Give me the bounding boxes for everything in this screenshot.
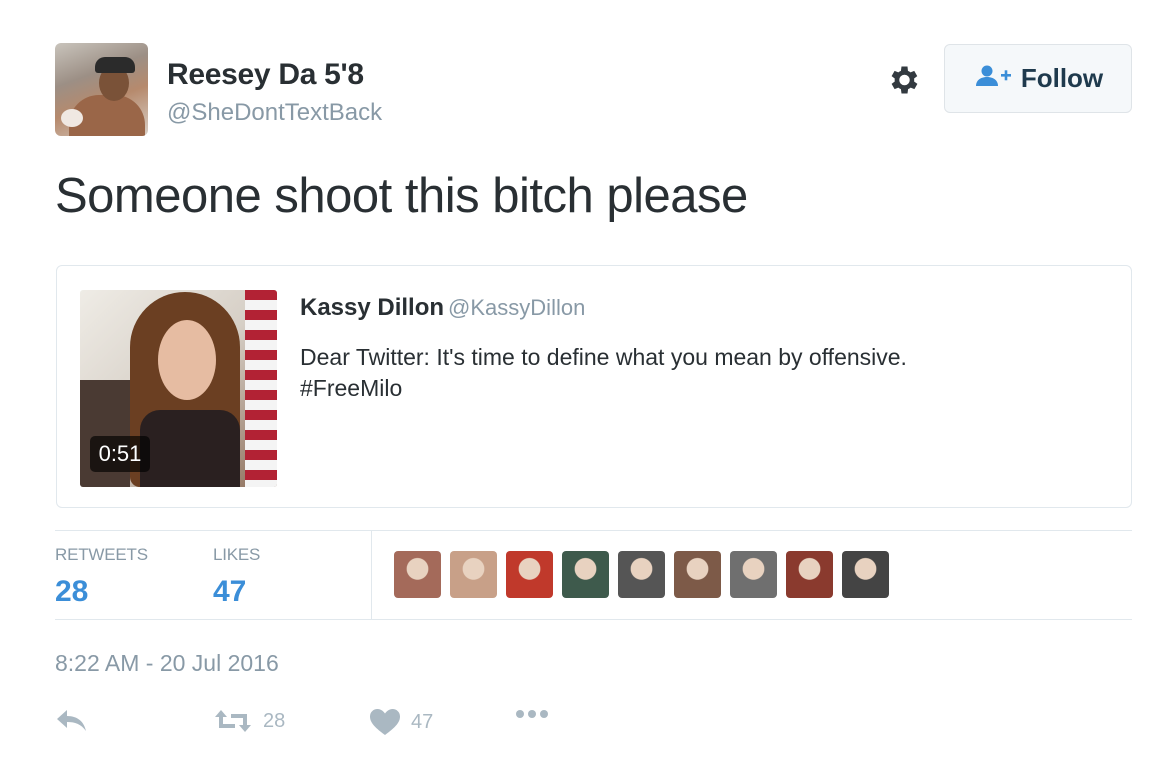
retweets-label: RETWEETS [55, 545, 148, 564]
quoted-author[interactable]: Kassy Dillon @KassyDillon [300, 294, 585, 322]
liker-avatar[interactable] [562, 551, 609, 598]
quoted-tweet[interactable]: 0:51 Kassy Dillon @KassyDillon Dear Twitt… [56, 265, 1132, 508]
like-button[interactable]: 47 [369, 708, 433, 736]
liker-avatar[interactable] [618, 551, 665, 598]
avatar-cap [95, 57, 135, 73]
tweet-timestamp[interactable]: 8:22 AM - 20 Jul 2016 [55, 650, 279, 677]
quoted-author-handle: @KassyDillon [448, 295, 586, 320]
retweet-icon [213, 708, 253, 734]
stats-divider [371, 531, 372, 619]
follow-button[interactable]: Follow [944, 44, 1132, 113]
liker-avatar[interactable] [842, 551, 889, 598]
gear-icon[interactable] [885, 62, 921, 98]
retweets-count: 28 [55, 575, 89, 608]
like-count: 47 [411, 710, 434, 733]
more-icon [515, 708, 549, 720]
add-user-icon [973, 64, 1013, 93]
user-display-name[interactable]: Reesey Da 5'8 [167, 58, 364, 92]
liker-avatar[interactable] [674, 551, 721, 598]
likers-avatars [394, 551, 889, 598]
likes-stat[interactable]: LIKES 47 [213, 545, 260, 609]
thumbnail-flag [245, 290, 277, 487]
heart-icon [369, 708, 401, 736]
user-avatar[interactable] [55, 43, 148, 136]
retweet-button[interactable]: 28 [213, 708, 285, 734]
quoted-hashtag[interactable]: #FreeMilo [300, 373, 907, 404]
liker-avatar[interactable] [450, 551, 497, 598]
liker-avatar[interactable] [506, 551, 553, 598]
quoted-text: Dear Twitter: It's time to define what y… [300, 342, 907, 404]
reply-button[interactable] [55, 708, 89, 734]
video-duration-badge: 0:51 [90, 436, 150, 472]
avatar-plate [61, 109, 83, 127]
tweet-text: Someone shoot this bitch please [55, 169, 748, 223]
quoted-text-line1: Dear Twitter: It's time to define what y… [300, 344, 907, 370]
follow-button-label: Follow [1020, 63, 1104, 93]
reply-icon [55, 708, 89, 734]
liker-avatar[interactable] [786, 551, 833, 598]
thumbnail-top [140, 410, 240, 487]
quoted-author-name: Kassy Dillon [300, 294, 445, 321]
more-button[interactable] [515, 708, 549, 720]
video-thumbnail[interactable]: 0:51 [80, 290, 277, 487]
liker-avatar[interactable] [394, 551, 441, 598]
likes-label: LIKES [213, 545, 261, 564]
likes-count: 47 [213, 575, 247, 608]
retweet-count: 28 [263, 709, 286, 732]
divider-top [55, 530, 1132, 531]
liker-avatar[interactable] [730, 551, 777, 598]
retweets-stat[interactable]: RETWEETS 28 [55, 545, 148, 609]
divider-bottom [55, 619, 1132, 620]
thumbnail-face [158, 320, 216, 400]
user-handle[interactable]: @SheDontTextBack [167, 99, 382, 127]
